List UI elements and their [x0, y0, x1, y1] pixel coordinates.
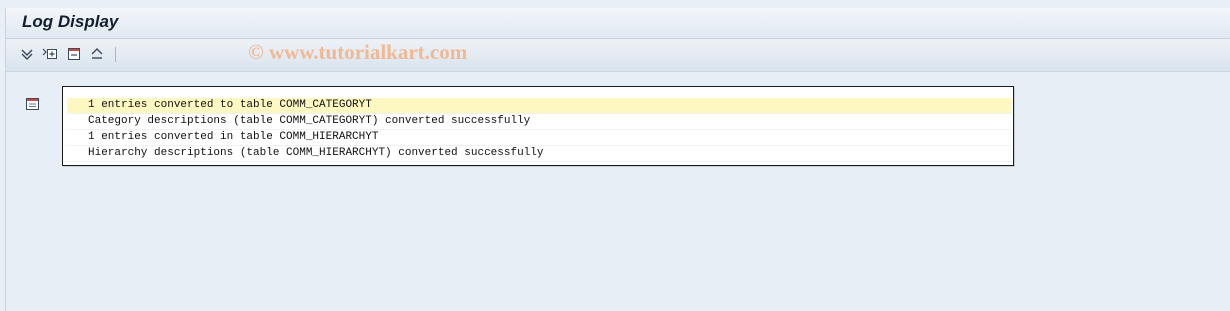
log-row-text: 1 entries converted to table COMM_CATEGO… [88, 99, 372, 111]
toolbar-separator [115, 47, 116, 62]
log-row[interactable]: Category descriptions (table COMM_CATEGO… [67, 114, 1012, 130]
log-row-text: Category descriptions (table COMM_CATEGO… [88, 115, 531, 127]
log-row[interactable]: 1 entries converted to table COMM_CATEGO… [67, 98, 1012, 114]
log-message-list: 1 entries converted to table COMM_CATEGO… [62, 86, 1014, 166]
expand-subtree-button[interactable] [41, 46, 59, 62]
collapse-subtree-button[interactable] [65, 46, 83, 62]
title-bar: Log Display [6, 8, 1230, 39]
log-row-text: 1 entries converted in table COMM_HIERAR… [88, 131, 379, 143]
collapse-all-button[interactable] [88, 46, 106, 62]
collapse-all-icon [91, 48, 103, 59]
log-row[interactable]: 1 entries converted in table COMM_HIERAR… [67, 130, 1012, 146]
expand-all-icon [21, 49, 33, 60]
log-node-button[interactable] [25, 97, 41, 111]
log-display-window: Log Display © www.tutorialkart.com 1 ent… [5, 8, 1230, 311]
log-row-text: Hierarchy descriptions (table COMM_HIERA… [88, 147, 544, 159]
page-title: Log Display [22, 12, 119, 31]
log-row[interactable]: Hierarchy descriptions (table COMM_HIERA… [67, 146, 1012, 162]
log-node-icon [26, 98, 39, 110]
expand-all-button[interactable] [18, 46, 36, 62]
expand-subtree-icon [42, 48, 57, 59]
watermark: © www.tutorialkart.com [248, 40, 468, 64]
collapse-subtree-icon [68, 48, 80, 60]
toolbar: © www.tutorialkart.com [6, 39, 1230, 72]
